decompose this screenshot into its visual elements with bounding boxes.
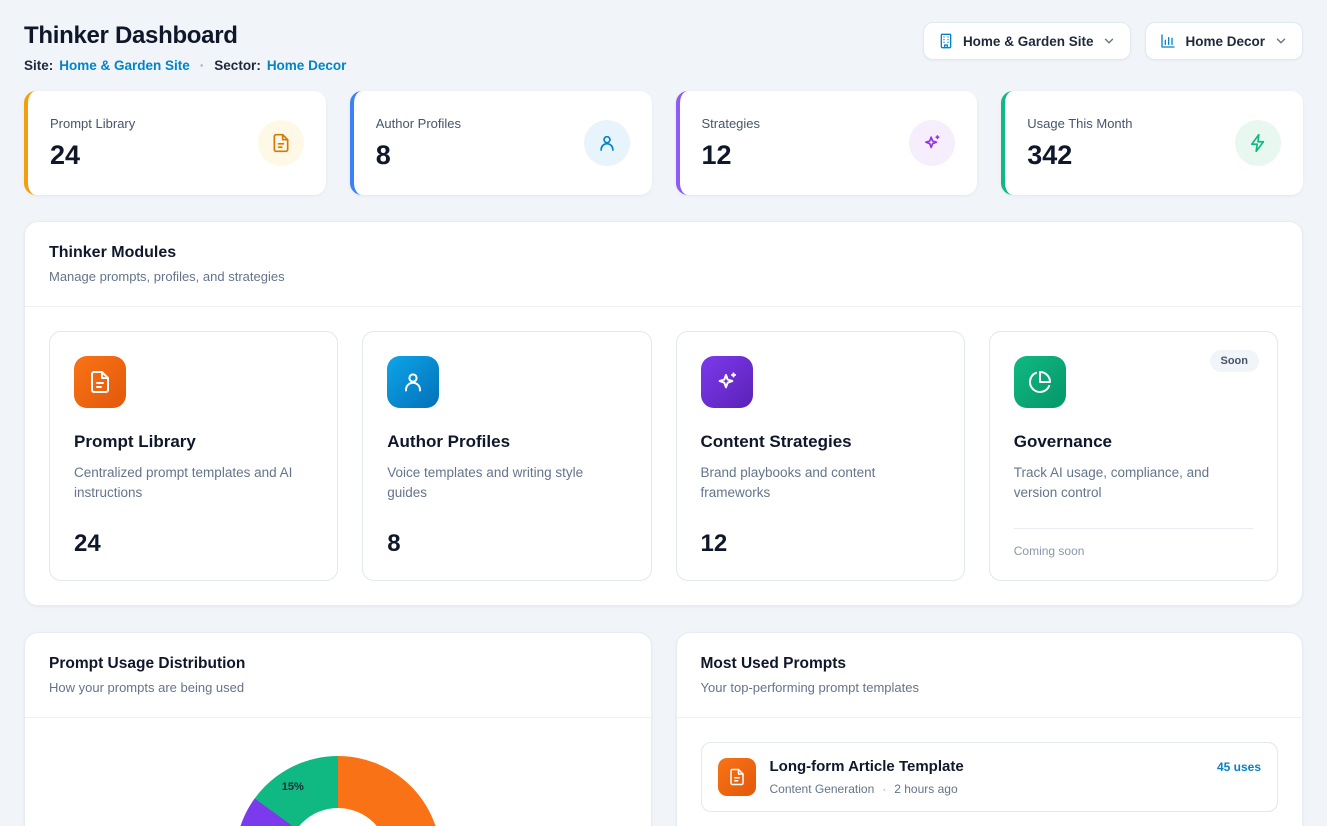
soon-badge: Soon: [1210, 350, 1260, 372]
chevron-down-icon: [1102, 34, 1116, 48]
modules-subtitle: Manage prompts, profiles, and strategies: [49, 269, 1278, 284]
stat-label: Prompt Library: [50, 116, 135, 131]
pie-chart-icon: [1014, 356, 1066, 408]
user-icon: [387, 356, 439, 408]
module-card-governance: Soon Governance Track AI usage, complian…: [989, 331, 1278, 581]
donut-slice-label: 15%: [282, 781, 304, 793]
module-card-author-profiles[interactable]: Author Profiles Voice templates and writ…: [362, 331, 651, 581]
usage-panel-subtitle: How your prompts are being used: [49, 680, 627, 695]
module-title: Content Strategies: [701, 432, 940, 452]
most-used-title: Most Used Prompts: [701, 655, 1279, 673]
module-count: 8: [387, 530, 626, 558]
sector-selector-label: Home Decor: [1185, 34, 1265, 49]
most-used-subtitle: Your top-performing prompt templates: [701, 680, 1279, 695]
module-count: 12: [701, 530, 940, 558]
stat-card-strategies: Strategies 12: [676, 91, 978, 195]
site-selector-label: Home & Garden Site: [963, 34, 1094, 49]
usage-donut: 15%: [235, 756, 441, 826]
document-icon: [74, 356, 126, 408]
sparkle-star-icon: [909, 120, 955, 166]
stat-value: 342: [1027, 140, 1132, 171]
chevron-down-icon: [1274, 34, 1288, 48]
site-link[interactable]: Home & Garden Site: [59, 58, 190, 73]
prompt-meta: Content Generation · 2 hours ago: [770, 782, 1262, 796]
usage-panel-header: Prompt Usage Distribution How your promp…: [25, 633, 651, 718]
dashboard-page: Thinker Dashboard Site: Home & Garden Si…: [0, 0, 1327, 826]
prompt-title: Long-form Article Template: [770, 758, 964, 775]
site-selector-dropdown[interactable]: Home & Garden Site: [923, 22, 1132, 60]
module-title: Author Profiles: [387, 432, 626, 452]
lightning-icon: [1235, 120, 1281, 166]
modules-header: Thinker Modules Manage prompts, profiles…: [25, 222, 1302, 307]
module-title: Prompt Library: [74, 432, 313, 452]
sector-link[interactable]: Home Decor: [267, 58, 347, 73]
thinker-modules-section: Thinker Modules Manage prompts, profiles…: [24, 221, 1303, 606]
sector-selector-dropdown[interactable]: Home Decor: [1145, 22, 1303, 60]
page-title: Thinker Dashboard: [24, 22, 346, 50]
most-used-header: Most Used Prompts Your top-performing pr…: [677, 633, 1303, 718]
breadcrumb: Site: Home & Garden Site · Sector: Home …: [24, 58, 346, 73]
stat-card-usage: Usage This Month 342: [1001, 91, 1303, 195]
uses-count: 45 uses: [1217, 760, 1261, 774]
most-used-panel: Most Used Prompts Your top-performing pr…: [676, 632, 1304, 826]
user-icon: [584, 120, 630, 166]
sector-label: Sector:: [214, 58, 261, 73]
modules-title: Thinker Modules: [49, 244, 1278, 262]
coming-soon-text: Coming soon: [1014, 528, 1253, 558]
donut-chart-area: 15%: [25, 718, 651, 826]
document-icon: [718, 758, 756, 796]
prompt-list: Long-form Article Template 45 uses Conte…: [677, 718, 1303, 826]
page-header: Thinker Dashboard Site: Home & Garden Si…: [24, 22, 1303, 73]
stat-label: Strategies: [702, 116, 761, 131]
usage-panel-title: Prompt Usage Distribution: [49, 655, 627, 673]
building-icon: [938, 33, 954, 49]
module-title: Governance: [1014, 432, 1253, 452]
module-description: Brand playbooks and content frameworks: [701, 463, 940, 504]
breadcrumb-separator: ·: [200, 58, 205, 73]
modules-grid: Prompt Library Centralized prompt templa…: [25, 307, 1302, 605]
prompt-timestamp: 2 hours ago: [894, 782, 957, 796]
bar-chart-icon: [1160, 33, 1176, 49]
module-description: Track AI usage, compliance, and version …: [1014, 463, 1253, 504]
sparkle-star-icon: [701, 356, 753, 408]
stat-card-author-profiles: Author Profiles 8: [350, 91, 652, 195]
header-actions: Home & Garden Site Home Decor: [923, 22, 1303, 60]
meta-separator: ·: [882, 782, 886, 796]
stat-value: 12: [702, 140, 761, 171]
stat-value: 8: [376, 140, 461, 171]
module-card-content-strategies[interactable]: Content Strategies Brand playbooks and c…: [676, 331, 965, 581]
module-description: Centralized prompt templates and AI inst…: [74, 463, 313, 504]
stat-card-prompt-library: Prompt Library 24: [24, 91, 326, 195]
stat-label: Author Profiles: [376, 116, 461, 131]
stat-value: 24: [50, 140, 135, 171]
list-item-long-form-article[interactable]: Long-form Article Template 45 uses Conte…: [701, 742, 1279, 812]
header-left: Thinker Dashboard Site: Home & Garden Si…: [24, 22, 346, 73]
prompt-usage-panel: Prompt Usage Distribution How your promp…: [24, 632, 652, 826]
site-label: Site:: [24, 58, 53, 73]
module-description: Voice templates and writing style guides: [387, 463, 626, 504]
prompt-category: Content Generation: [770, 782, 875, 796]
module-card-prompt-library[interactable]: Prompt Library Centralized prompt templa…: [49, 331, 338, 581]
bottom-row: Prompt Usage Distribution How your promp…: [24, 632, 1303, 826]
stats-row: Prompt Library 24 Author Profiles 8 Stra…: [24, 91, 1303, 195]
module-count: 24: [74, 530, 313, 558]
stat-label: Usage This Month: [1027, 116, 1132, 131]
document-icon: [258, 120, 304, 166]
